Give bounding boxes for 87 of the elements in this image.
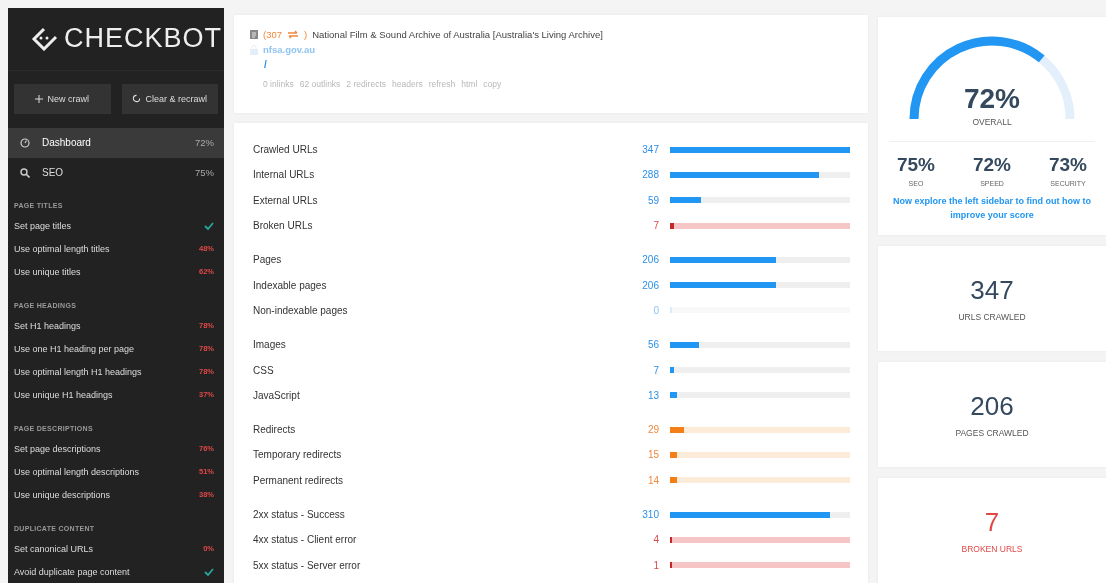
stat-label: 5xx status - Server error — [253, 559, 362, 571]
item-label: Avoid duplicate page content — [14, 566, 131, 577]
item-label: Set page descriptions — [14, 443, 102, 454]
check-icon — [204, 221, 214, 230]
stat-label: Indexable pages — [253, 279, 328, 291]
status-paren: ) — [304, 29, 308, 40]
stat-value[interactable]: 29 — [599, 424, 659, 436]
nav-label: SEO — [42, 167, 65, 179]
gauge-icon — [20, 137, 30, 148]
check-icon — [204, 567, 214, 576]
nav-item[interactable]: Dashboard 72% — [8, 127, 224, 158]
lock-icon — [250, 44, 258, 55]
stat-value[interactable]: 0 — [599, 304, 659, 316]
page-link[interactable]: headers — [392, 79, 423, 89]
stat-value[interactable]: 14 — [599, 474, 659, 486]
stat-label: 4xx status - Client error — [253, 534, 358, 546]
hint-text: Now explore the left sidebar to find out how to improve your score — [892, 195, 1092, 222]
counter-label: URLS CRAWLED — [958, 312, 1026, 322]
stat-label: JavaScript — [253, 389, 301, 401]
domain-link[interactable]: nfsa.gov.au — [263, 44, 316, 55]
nav-label: Dashboard — [42, 137, 92, 149]
stat-label: External URLs — [253, 194, 319, 206]
stat-value[interactable]: 288 — [599, 169, 659, 181]
stat-value[interactable]: 1 — [599, 559, 659, 571]
logo-icon — [30, 26, 58, 51]
new-crawl-button[interactable]: New crawl — [14, 83, 111, 114]
sidebar-item[interactable]: Avoid duplicate page content — [8, 560, 224, 583]
item-label: Use optimal length descriptions — [14, 466, 141, 477]
sidebar-item[interactable]: Set page titles — [8, 214, 224, 237]
stat-value[interactable]: 59 — [599, 194, 659, 206]
page-link[interactable]: 2 redirects — [346, 79, 387, 89]
item-label: Set H1 headings — [14, 320, 82, 331]
stat-value[interactable]: 15 — [599, 449, 659, 461]
logo-text: CHECKBOT — [64, 23, 223, 55]
stat-label: Permanent redirects — [253, 474, 345, 486]
counter-label: BROKEN URLS — [961, 544, 1023, 554]
nav-score: 75% — [195, 167, 214, 179]
stat-value[interactable]: 347 — [599, 144, 659, 156]
status-code: (307 — [263, 29, 282, 40]
plus-icon — [35, 94, 44, 103]
item-label: Use one H1 heading per page — [14, 343, 136, 354]
refresh-icon — [132, 94, 142, 104]
item-label: Use optimal length titles — [14, 243, 111, 254]
stat-label: Pages — [253, 254, 283, 266]
page-link[interactable]: copy — [483, 79, 502, 89]
item-label: Set canonical URLs — [14, 543, 95, 554]
nav-item[interactable]: SEO 75% — [8, 157, 224, 188]
stat-value[interactable]: 7 — [599, 364, 659, 376]
stat-value[interactable]: 7 — [599, 220, 659, 232]
counter-value: 347 — [970, 275, 1014, 306]
redirect-icon — [287, 30, 299, 39]
page-link[interactable]: 62 outlinks — [299, 79, 341, 89]
stat-value[interactable]: 206 — [599, 254, 659, 266]
category-score: 75% — [897, 154, 935, 176]
item-label: Use unique titles — [14, 266, 82, 277]
stat-label: Broken URLs — [253, 220, 314, 232]
stat-label: CSS — [253, 364, 275, 376]
stat-label: Crawled URLs — [253, 144, 319, 156]
item-label: Set page titles — [14, 220, 73, 231]
page-title: National Film & Sound Archive of Australia [Australia's Living Archive] — [312, 29, 603, 40]
stat-label: Redirects — [253, 424, 297, 436]
page-link[interactable]: refresh — [428, 79, 456, 89]
counter-label: PAGES CRAWLED — [955, 428, 1029, 438]
stat-value[interactable]: 206 — [599, 279, 659, 291]
page-link[interactable]: 0 inlinks — [263, 79, 294, 89]
path-link[interactable]: / — [264, 59, 852, 70]
counter-value: 206 — [970, 391, 1014, 422]
document-icon — [250, 30, 258, 39]
stat-value[interactable]: 13 — [599, 389, 659, 401]
stat-label: Non-indexable pages — [253, 304, 349, 316]
nav-score: 72% — [195, 137, 214, 149]
item-label: Use optimal length H1 headings — [14, 366, 143, 377]
item-label: Use unique descriptions — [14, 489, 112, 500]
category-score: 72% — [973, 154, 1011, 176]
stat-label: Internal URLs — [253, 169, 316, 181]
counter-value: 7 — [984, 507, 1000, 538]
stat-value[interactable]: 4 — [599, 534, 659, 546]
item-label: Use unique H1 headings — [14, 389, 114, 400]
search-icon — [20, 168, 30, 178]
stat-label: 2xx status - Success — [253, 509, 346, 520]
page-link[interactable]: html — [461, 79, 478, 89]
stat-label: Images — [253, 339, 287, 351]
recrawl-button[interactable]: Clear & recrawl — [121, 83, 218, 114]
stat-value[interactable]: 56 — [599, 339, 659, 351]
stat-value[interactable]: 310 — [599, 509, 659, 520]
category-score: 73% — [1049, 154, 1087, 176]
stat-label: Temporary redirects — [253, 449, 343, 461]
